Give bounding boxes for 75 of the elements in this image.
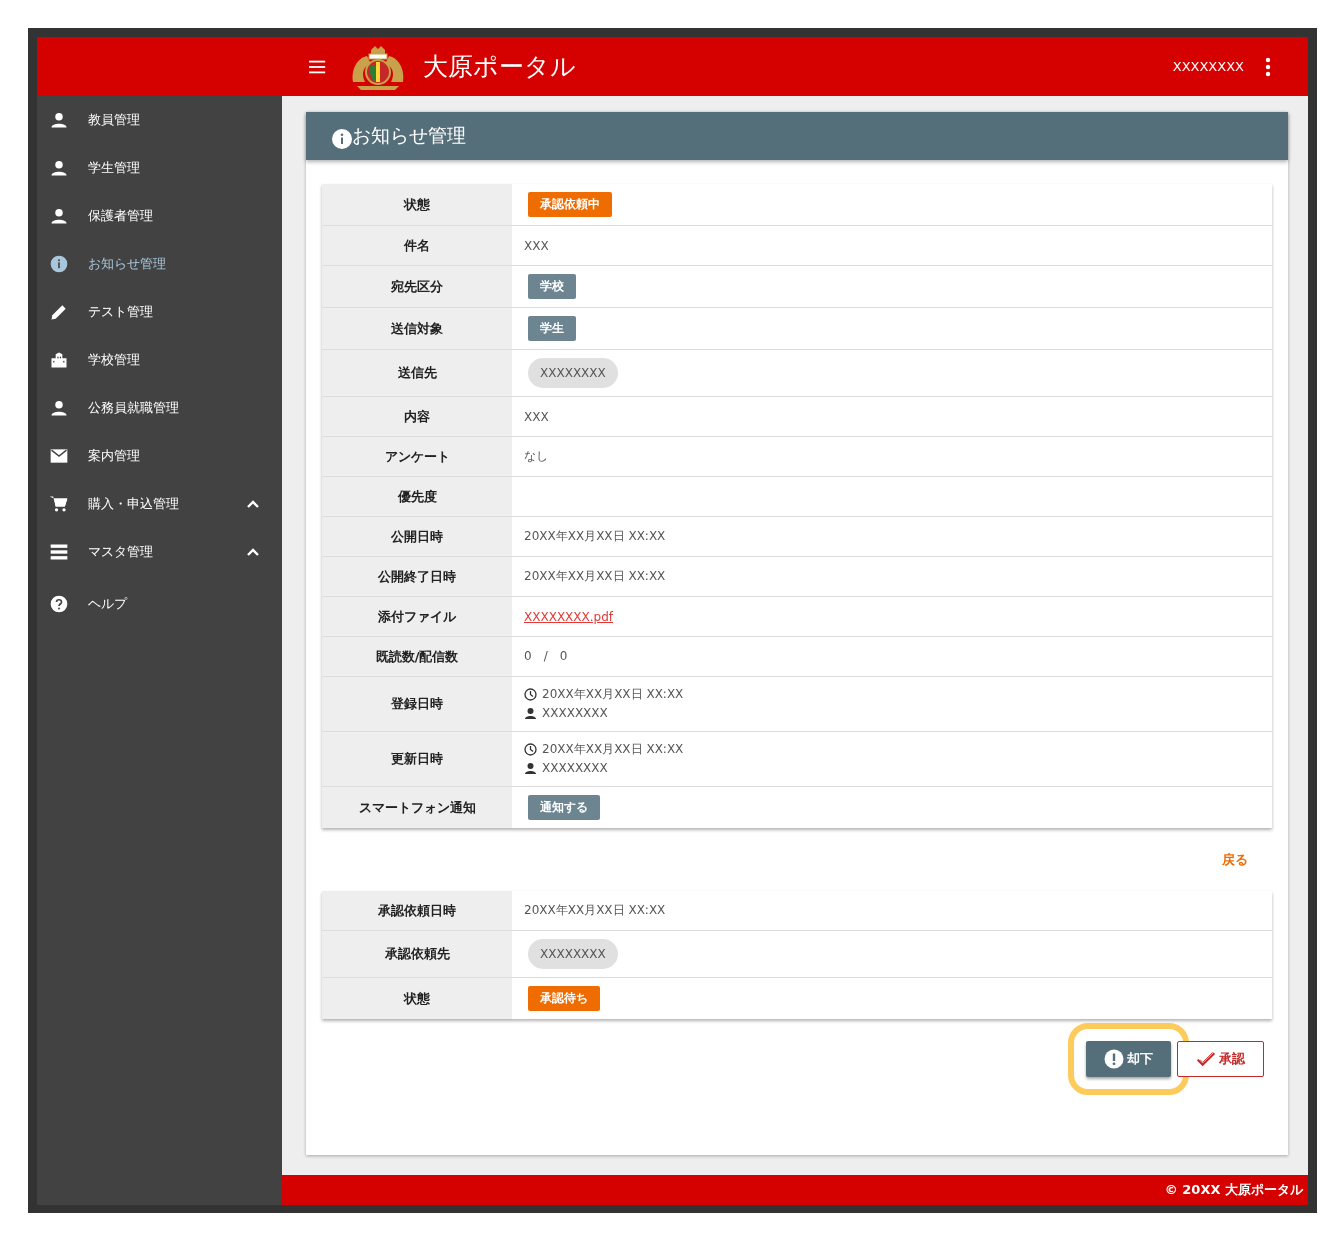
page-title: お知らせ管理 [352, 123, 466, 148]
person-icon [49, 110, 69, 130]
row-label: 公開終了日時 [322, 557, 512, 596]
person-icon [524, 762, 537, 775]
sidebar-item[interactable]: お知らせ管理 [37, 240, 282, 288]
person-icon [524, 707, 537, 720]
sidebar-item[interactable]: 案内管理 [37, 432, 282, 480]
mail-icon [49, 446, 69, 466]
help-icon [49, 594, 69, 614]
row-label: アンケート [322, 437, 512, 476]
row-value: 20XX年XX月XX日 XX:XX [524, 568, 667, 585]
info-icon [332, 129, 352, 149]
chevron-up-icon[interactable] [246, 547, 260, 557]
app-title: 大原ポータル [423, 51, 576, 83]
user-name: XXXXXXXX [542, 760, 608, 777]
row-label: 状態 [322, 184, 512, 225]
chevron-up-icon[interactable] [246, 499, 260, 509]
row-label: 優先度 [322, 477, 512, 516]
row-value: 20XX年XX月XX日 XX:XX [524, 528, 667, 545]
row-label: 添付ファイル [322, 597, 512, 636]
recipient-chip: XXXXXXXX [528, 939, 618, 969]
row-label: 公開日時 [322, 517, 512, 556]
person-icon [49, 398, 69, 418]
row-label: 登録日時 [322, 677, 512, 731]
row-value: XXX [524, 238, 550, 253]
cart-icon [49, 494, 69, 514]
row-value: 0 / 0 [524, 648, 569, 665]
person-icon [49, 206, 69, 226]
row-label: 送信対象 [322, 308, 512, 349]
status-tag: 学校 [528, 274, 576, 299]
file-link[interactable]: XXXXXXXX.pdf [524, 609, 614, 624]
building-icon [49, 350, 69, 370]
clock-icon [524, 688, 537, 701]
pencil-icon [49, 302, 69, 322]
approve-button[interactable]: 承認 [1177, 1041, 1264, 1077]
recipient-chip: XXXXXXXX [528, 358, 618, 388]
user-name: XXXXXXXX [1172, 59, 1244, 74]
row-value: なし [524, 448, 549, 465]
row-label: 件名 [322, 226, 512, 265]
row-value: 20XX年XX月XX日 XX:XX [524, 902, 667, 919]
row-label: 宛先区分 [322, 266, 512, 307]
clock-icon [524, 743, 537, 756]
sidebar-item[interactable]: テスト管理 [37, 288, 282, 336]
info-icon [49, 254, 69, 274]
row-label: 送信先 [322, 350, 512, 396]
status-tag: 承認依頼中 [528, 192, 612, 217]
row-label: 更新日時 [322, 732, 512, 786]
row-label: 承認依頼日時 [322, 891, 512, 930]
row-label: スマートフォン通知 [322, 787, 512, 828]
copyright-text: © 20XX 大原ポータル [1164, 1181, 1303, 1199]
list-icon [49, 542, 69, 562]
row-label: 承認依頼先 [322, 931, 512, 977]
user-name: XXXXXXXX [542, 705, 608, 722]
person-icon [49, 158, 69, 178]
reject-button[interactable]: 却下 [1086, 1041, 1171, 1077]
status-tag: 承認待ち [528, 986, 600, 1011]
sidebar-item[interactable]: 学校管理 [37, 336, 282, 384]
sidebar-item[interactable]: 教員管理 [37, 96, 282, 144]
row-label: 状態 [322, 978, 512, 1019]
row-value: XXX [524, 409, 550, 424]
check-icon [1196, 1049, 1216, 1069]
sidebar-item[interactable]: 公務員就職管理 [37, 384, 282, 432]
status-tag: 学生 [528, 316, 576, 341]
sidebar-item[interactable]: マスタ管理 [37, 528, 282, 576]
alert-icon [1104, 1049, 1124, 1069]
timestamp: 20XX年XX月XX日 XX:XX [542, 741, 684, 758]
row-label: 既読数/配信数 [322, 637, 512, 676]
row-label: 内容 [322, 397, 512, 436]
status-tag: 通知する [528, 795, 600, 820]
sidebar-item[interactable]: 学生管理 [37, 144, 282, 192]
timestamp: 20XX年XX月XX日 XX:XX [542, 686, 684, 703]
sidebar-item[interactable]: 購入・申込管理 [37, 480, 282, 528]
sidebar-item[interactable]: 保護者管理 [37, 192, 282, 240]
sidebar-item[interactable]: ヘルプ [37, 580, 282, 628]
more-options-icon[interactable] [1264, 56, 1272, 77]
